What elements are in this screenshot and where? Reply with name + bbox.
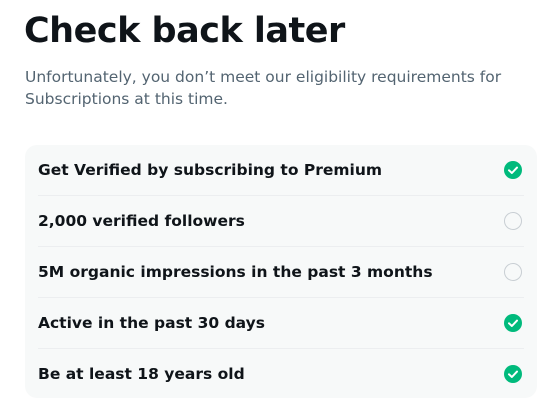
requirement-label: 5M organic impressions in the past 3 mon… <box>38 263 433 281</box>
subscriptions-eligibility-page: Check back later Unfortunately, you don’… <box>0 0 555 413</box>
check-circle-icon <box>504 314 522 332</box>
requirements-list: Get Verified by subscribing to Premium 2… <box>25 145 537 398</box>
requirement-item-premium: Get Verified by subscribing to Premium <box>25 145 537 195</box>
requirement-label: Get Verified by subscribing to Premium <box>38 161 383 179</box>
requirement-label: Active in the past 30 days <box>38 314 265 332</box>
page-subtitle: Unfortunately, you don’t meet our eligib… <box>25 68 502 108</box>
empty-circle-icon <box>504 263 522 281</box>
page-title: Check back later <box>24 11 345 51</box>
requirement-item-age: Be at least 18 years old <box>25 349 537 398</box>
requirement-label: 2,000 verified followers <box>38 212 245 230</box>
check-circle-icon <box>504 161 522 179</box>
requirement-item-impressions: 5M organic impressions in the past 3 mon… <box>25 247 537 297</box>
requirement-item-verified-followers: 2,000 verified followers <box>25 196 537 246</box>
requirement-label: Be at least 18 years old <box>38 365 245 383</box>
check-circle-icon <box>504 365 522 383</box>
requirement-item-active: Active in the past 30 days <box>25 298 537 348</box>
empty-circle-icon <box>504 212 522 230</box>
